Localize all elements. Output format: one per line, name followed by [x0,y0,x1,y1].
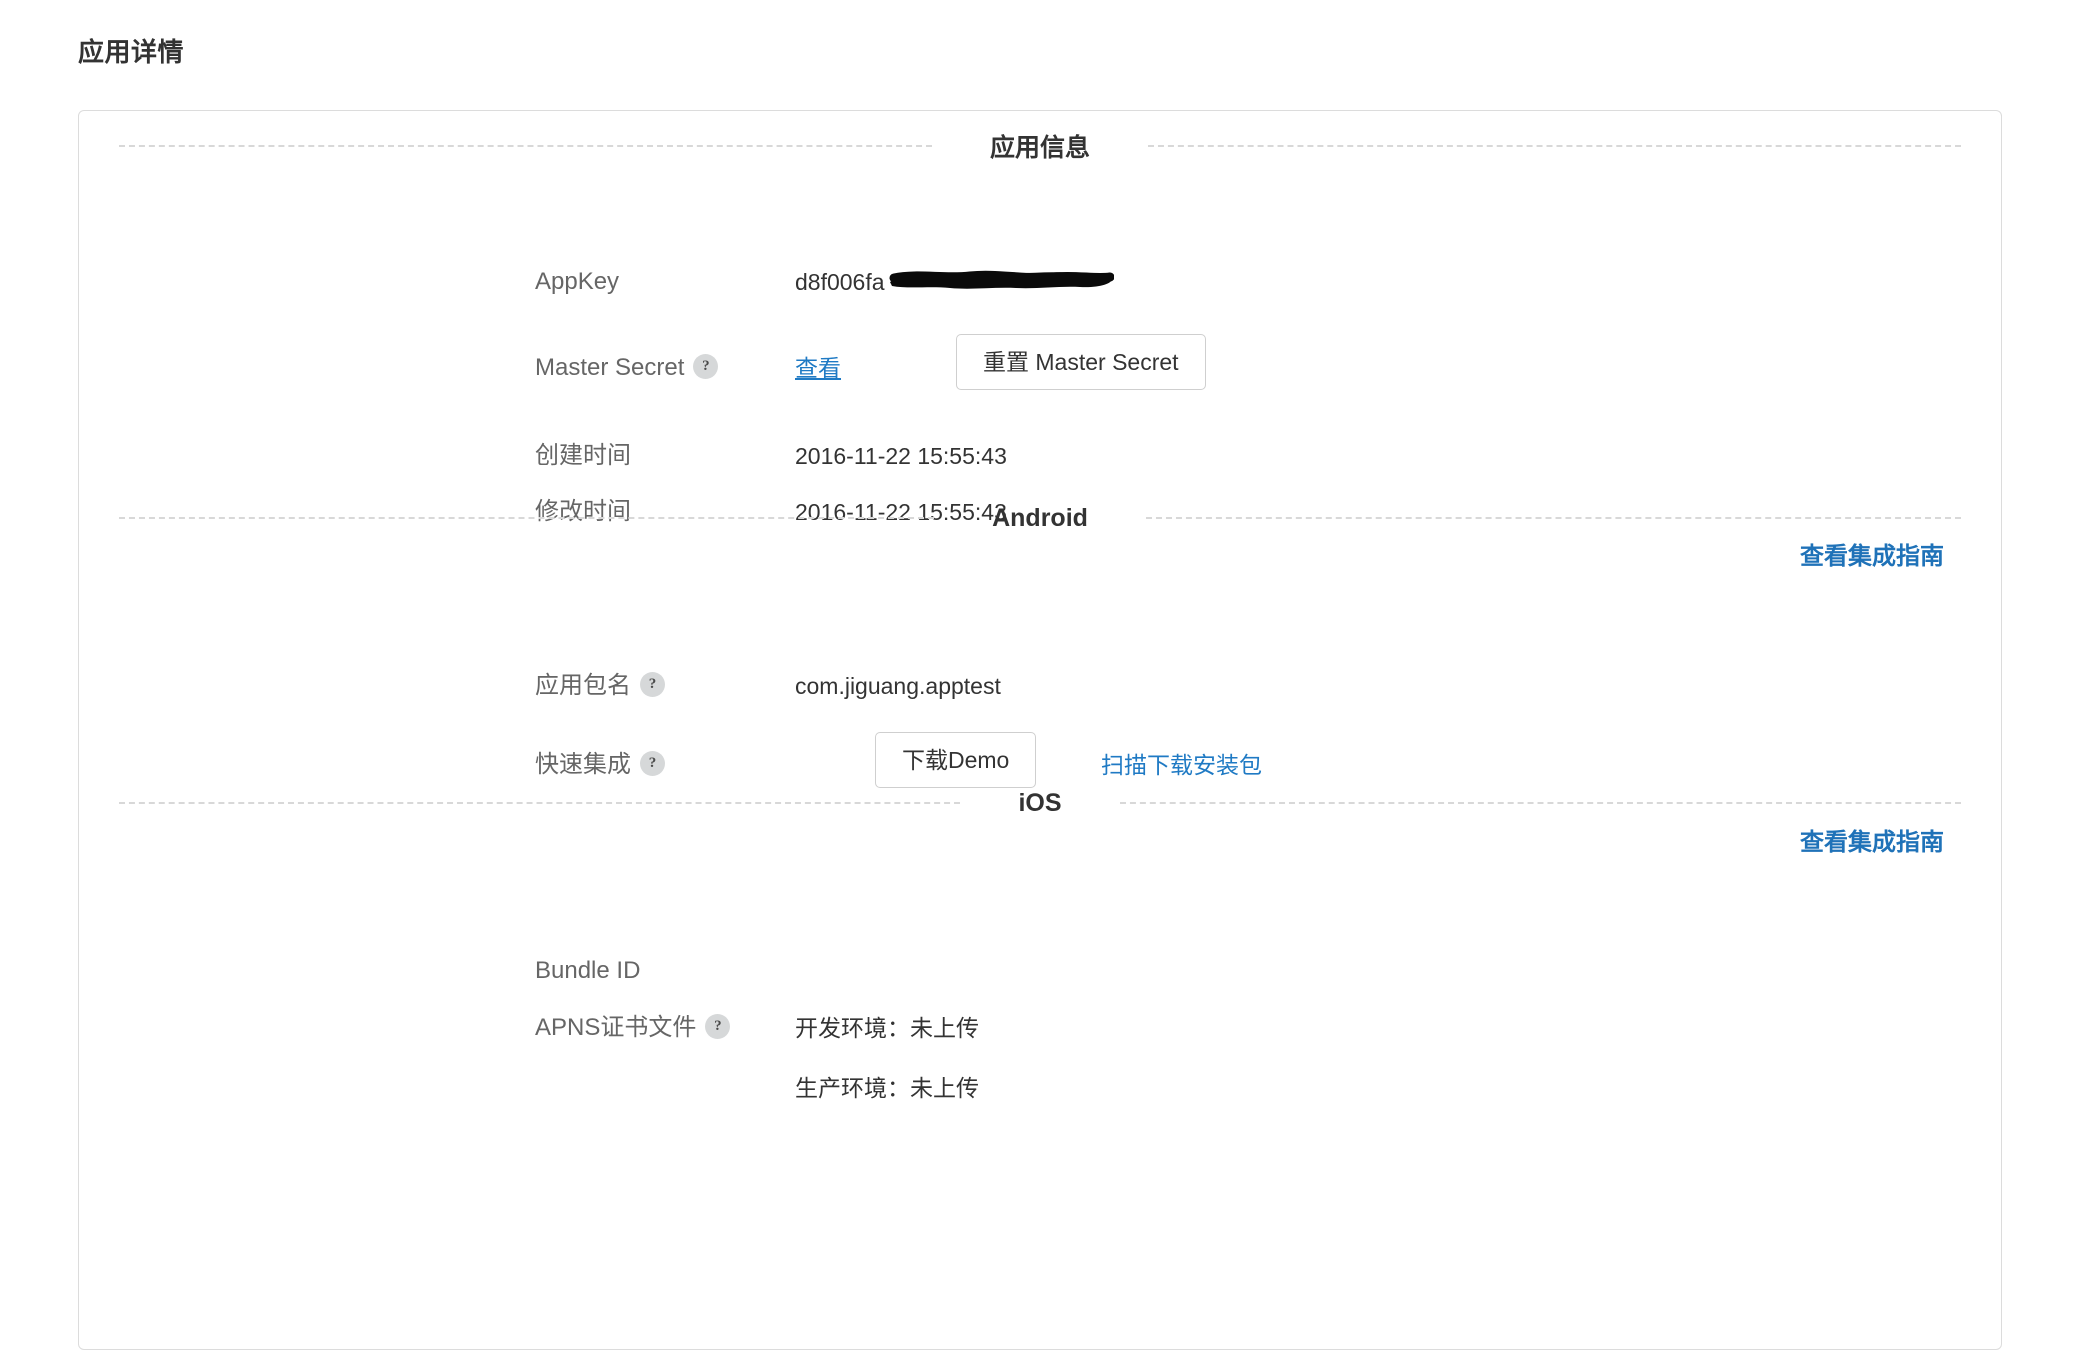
section-title-android: Android [934,504,1146,533]
value-created-at: 2016-11-22 15:55:43 [795,436,1007,476]
label-master-secret-text: Master Secret [535,354,684,381]
download-demo-button[interactable]: 下载Demo [875,732,1036,788]
field-row-apns-cert: APNS证书文件? 开发环境：未上传 [79,1008,2001,1048]
scan-download-package-link[interactable]: 扫描下载安装包 [1101,745,1262,785]
redaction-stroke-icon [888,267,1114,291]
field-row-appkey: AppKey d8f006fa [79,262,2001,302]
label-apns-cert-text: APNS证书文件 [535,1014,696,1041]
section-header-android: Android [79,501,2001,535]
label-bundle-id: Bundle ID [535,951,793,991]
field-row-apns-cert-prod: 生产环境：未上传 [79,1068,2001,1108]
divider-left [119,517,934,519]
help-question-icon[interactable]: ? [640,751,665,776]
label-quick-integration: 快速集成? [535,745,793,785]
app-detail-card: 应用信息 AppKey d8f006fa Master Secret? [78,110,2002,1350]
field-row-quick-integration: 快速集成? 下载Demo 扫描下载安装包 [79,745,2001,785]
divider-right [1146,517,1961,519]
section-title-ios: iOS [960,789,1119,818]
label-package-name: 应用包名? [535,666,793,706]
label-quick-integration-text: 快速集成 [535,751,631,778]
label-master-secret: Master Secret? [535,348,793,388]
appkey-wrap: d8f006fa [795,262,885,302]
field-row-created-at: 创建时间 2016-11-22 15:55:43 [79,436,2001,476]
divider-right [1148,145,1961,147]
app-detail-page: 应用详情 应用信息 AppKey d8f006fa [0,0,2076,1308]
field-row-bundle-id: Bundle ID [79,951,2001,991]
help-question-icon[interactable]: ? [705,1014,730,1039]
help-question-icon[interactable]: ? [693,354,718,379]
value-apns-cert-prod: 生产环境：未上传 [795,1068,979,1108]
label-package-name-text: 应用包名 [535,672,631,699]
divider-left [119,802,960,804]
section-header-ios: iOS [79,786,2001,820]
value-appkey-container: d8f006fa [795,262,885,302]
field-row-package-name: 应用包名? com.jiguang.apptest [79,666,2001,706]
view-master-secret-link[interactable]: 查看 [795,355,841,381]
value-master-secret: 查看 [795,348,841,388]
android-integration-guide-link[interactable]: 查看集成指南 [1800,536,1944,571]
value-appkey: d8f006fa [795,269,885,295]
label-created-at: 创建时间 [535,436,793,476]
ios-integration-guide-link[interactable]: 查看集成指南 [1800,822,1944,857]
field-row-master-secret: Master Secret? 查看 重置 Master Secret [79,348,2001,388]
value-apns-cert-dev: 开发环境：未上传 [795,1008,979,1048]
page-title: 应用详情 [78,32,184,69]
section-header-app-info: 应用信息 [79,129,2001,163]
help-question-icon[interactable]: ? [640,672,665,697]
section-title-app-info: 应用信息 [932,128,1148,164]
value-package-name: com.jiguang.apptest [795,666,1001,706]
label-apns-cert: APNS证书文件? [535,1008,793,1048]
divider-right [1120,802,1961,804]
reset-master-secret-button[interactable]: 重置 Master Secret [956,334,1206,390]
divider-left [119,145,932,147]
label-appkey: AppKey [535,262,793,302]
